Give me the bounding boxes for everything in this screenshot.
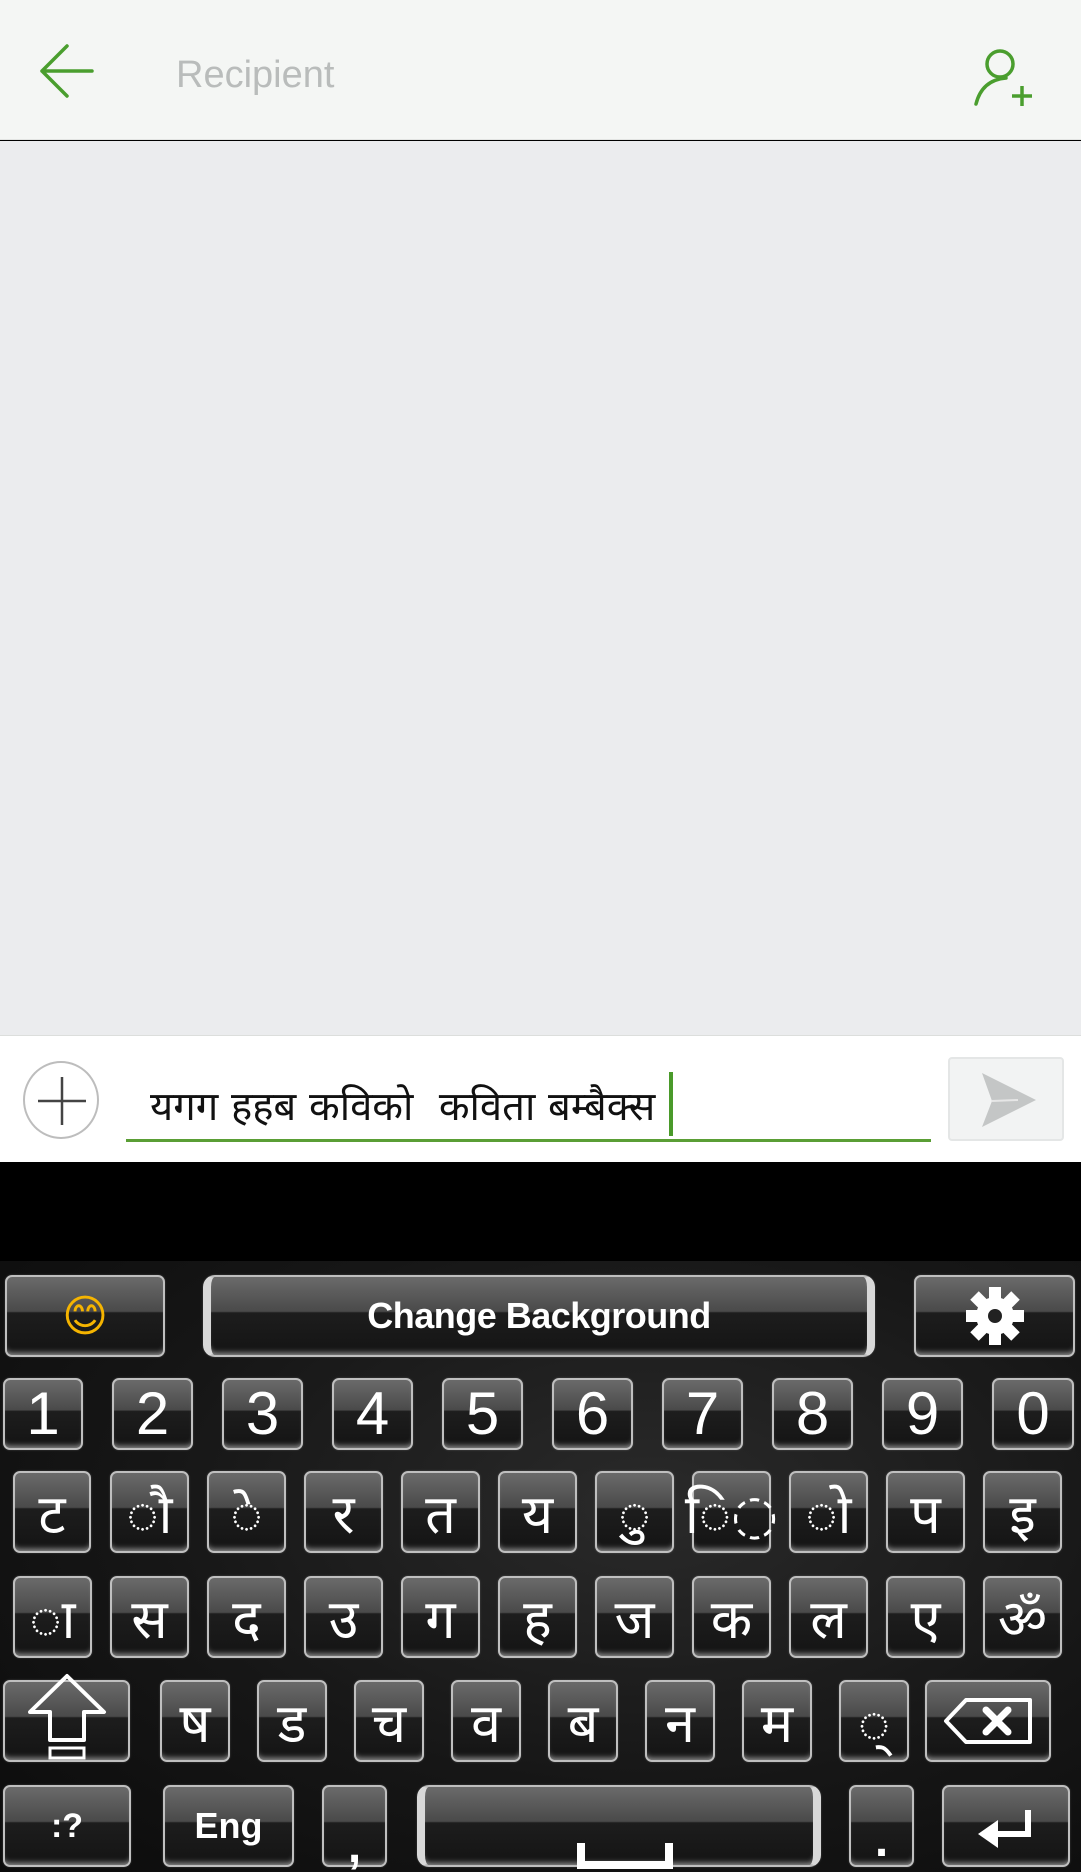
recipient-input[interactable] — [176, 50, 876, 100]
person-add-icon — [974, 49, 1032, 106]
key-2[interactable]: 2 — [112, 1378, 193, 1450]
enter-return-icon — [978, 1810, 1031, 1848]
key-letter[interactable]: ◌ौ — [110, 1471, 189, 1553]
text-cursor — [669, 1072, 674, 1136]
key-0[interactable]: 0 — [992, 1378, 1074, 1450]
key-letter[interactable]: ◌ा — [13, 1576, 92, 1658]
key-4[interactable]: 4 — [332, 1378, 413, 1450]
period-key[interactable]: . — [849, 1785, 914, 1867]
key-letter[interactable]: ◌ो — [789, 1471, 868, 1553]
key-letter[interactable]: ल — [789, 1576, 868, 1658]
space-bar-icon — [577, 1843, 673, 1869]
send-icon — [982, 1073, 1036, 1127]
key-letter[interactable]: व — [451, 1680, 521, 1762]
backspace-icon — [944, 1698, 1032, 1744]
message-thread-area — [0, 141, 1081, 1035]
key-letter[interactable]: र — [304, 1471, 383, 1553]
key-letter[interactable]: ◌े — [207, 1471, 286, 1553]
send-button[interactable] — [948, 1057, 1064, 1141]
key-letter[interactable]: ए — [886, 1576, 965, 1658]
key-letter[interactable]: ॐ — [983, 1576, 1062, 1658]
key-letter[interactable]: च — [354, 1680, 424, 1762]
key-letter[interactable]: क — [692, 1576, 771, 1658]
keyboard-top-gap — [0, 1162, 1081, 1261]
key-letter[interactable]: ट — [13, 1471, 91, 1553]
enter-key[interactable] — [942, 1785, 1070, 1867]
space-key[interactable] — [417, 1785, 821, 1869]
key-8[interactable]: 8 — [772, 1378, 853, 1450]
gear-icon — [965, 1287, 1024, 1345]
key-letter[interactable]: ि◌ — [685, 1471, 778, 1553]
key-letter[interactable]: ह — [498, 1576, 577, 1658]
emoji-button[interactable]: 😊 — [5, 1275, 165, 1357]
back-button[interactable] — [30, 40, 100, 102]
arrow-left-icon — [40, 44, 94, 98]
key-letter[interactable]: ब — [548, 1680, 618, 1762]
key-6[interactable]: 6 — [552, 1378, 633, 1450]
change-background-button[interactable]: Change Background — [203, 1275, 875, 1357]
key-3[interactable]: 3 — [222, 1378, 303, 1450]
message-input[interactable]: यगग हहब कविको कविता बम्बैक्स — [126, 1054, 931, 1142]
key-letter[interactable]: ड — [257, 1680, 327, 1762]
key-letter[interactable]: य — [498, 1471, 577, 1553]
key-letter[interactable]: ज — [595, 1576, 674, 1658]
keyboard-settings-button[interactable] — [914, 1275, 1075, 1357]
comma-key[interactable]: , — [322, 1785, 387, 1872]
key-letter[interactable]: ◌ु — [595, 1471, 674, 1553]
shift-key[interactable] — [3, 1674, 130, 1762]
add-contact-button[interactable] — [970, 44, 1040, 112]
key-letter[interactable]: द — [207, 1576, 286, 1658]
message-text: यगग हहब कविको कविता बम्बैक्स — [150, 1083, 656, 1130]
key-7[interactable]: 7 — [662, 1378, 743, 1450]
key-1[interactable]: 1 — [3, 1378, 83, 1450]
shift-arrow-icon — [27, 1674, 106, 1760]
key-letter[interactable]: ष — [160, 1680, 230, 1762]
key-letter[interactable]: स — [110, 1576, 189, 1658]
compose-bar: यगग हहब कविको कविता बम्बैक्स — [0, 1035, 1081, 1162]
change-background-label: Change Background — [367, 1295, 711, 1336]
plus-icon — [38, 1077, 86, 1125]
key-letter[interactable]: इ — [983, 1471, 1062, 1553]
hindi-keyboard: 😊 Change Background 1 2 3 4 5 6 7 8 9 0 … — [0, 1261, 1081, 1872]
key-letter[interactable]: त — [401, 1471, 480, 1553]
app-header — [0, 0, 1081, 140]
key-letter[interactable]: न — [645, 1680, 715, 1762]
language-switch-key[interactable]: Eng — [163, 1785, 294, 1867]
symbols-key[interactable]: :? — [3, 1785, 131, 1867]
key-letter[interactable]: म — [742, 1680, 812, 1762]
key-5[interactable]: 5 — [442, 1378, 523, 1450]
key-letter[interactable]: प — [886, 1471, 965, 1553]
key-letter[interactable]: ग — [401, 1576, 480, 1658]
key-letter[interactable]: ◌् — [839, 1680, 909, 1762]
backspace-key[interactable] — [925, 1680, 1051, 1762]
attach-button[interactable] — [23, 1061, 99, 1139]
smiley-emoji-icon: 😊 — [62, 1290, 108, 1342]
key-9[interactable]: 9 — [882, 1378, 963, 1450]
key-letter[interactable]: उ — [304, 1576, 383, 1658]
